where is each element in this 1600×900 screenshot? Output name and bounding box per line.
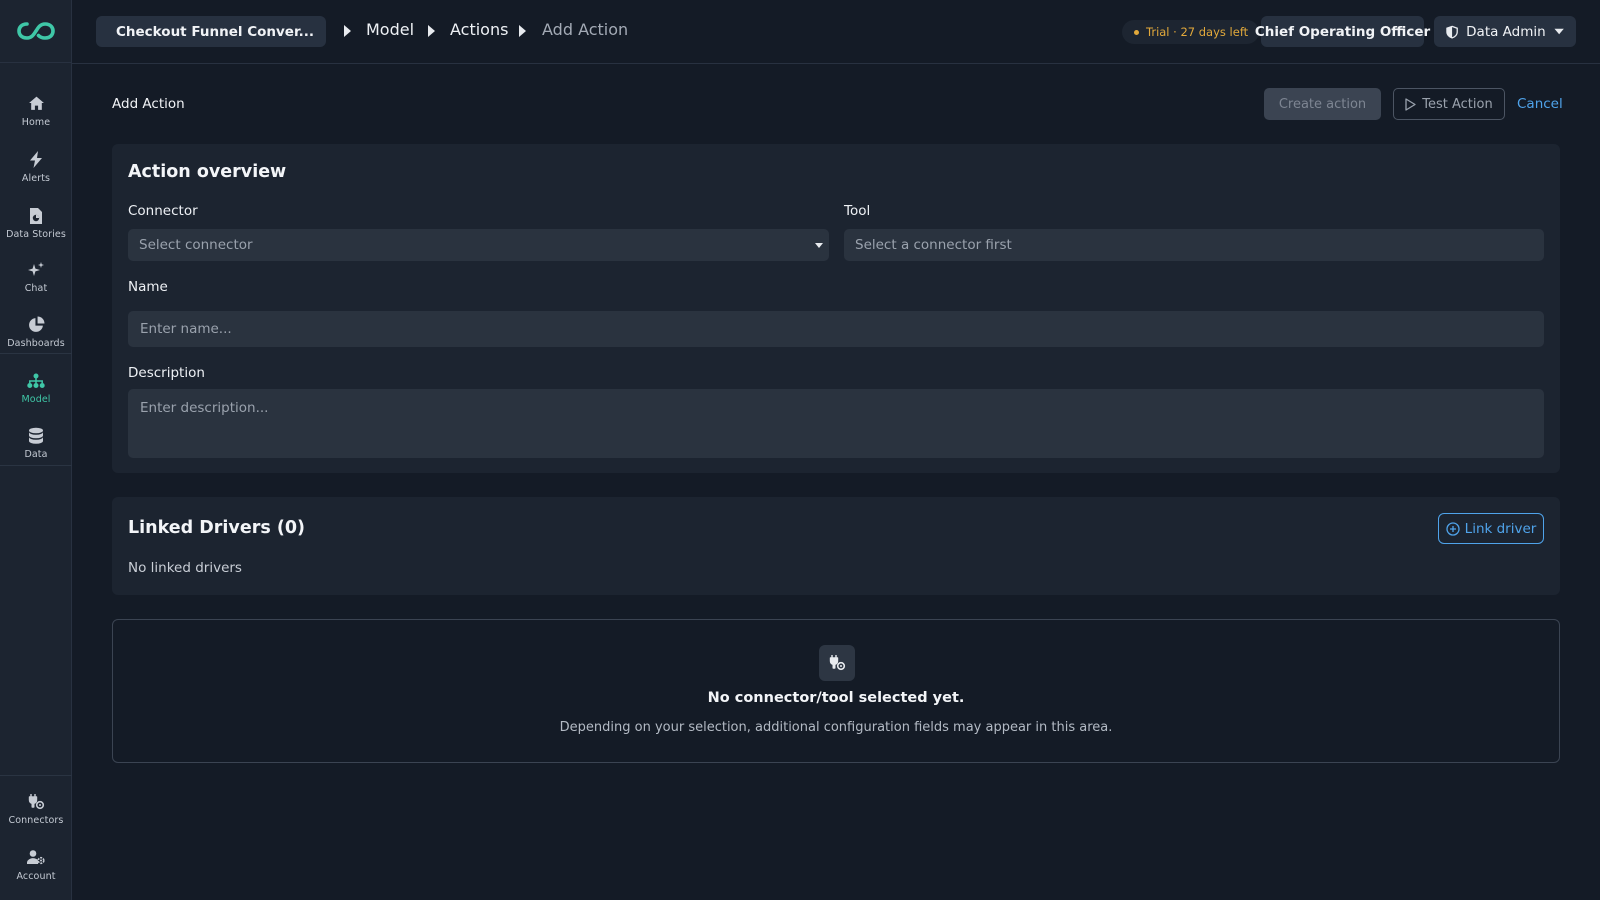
test-action-button[interactable]: Test Action: [1393, 88, 1505, 120]
sidebar-item-alerts[interactable]: Alerts: [0, 140, 72, 194]
app-logo[interactable]: [0, 0, 72, 63]
trial-badge: Trial · 27 days left: [1122, 20, 1260, 44]
empty-state-subtitle: Depending on your selection, additional …: [559, 720, 1113, 735]
project-name: Checkout Funnel Conver...: [116, 23, 315, 40]
status-dot-icon: [1134, 29, 1139, 35]
sidebar-divider: [0, 775, 72, 776]
sidebar-item-label: Model: [21, 393, 51, 405]
admin-label: Data Admin: [1466, 23, 1546, 40]
sidebar-item-data[interactable]: Data: [0, 416, 72, 470]
shield-icon: [1446, 25, 1458, 39]
bolt-icon: [27, 151, 45, 169]
sidebar-item-label: Alerts: [21, 172, 51, 184]
sidebar-item-home[interactable]: Home: [0, 84, 72, 138]
connector-select[interactable]: Select connector: [128, 229, 829, 261]
sidebar: Home Alerts Data Stories Chat Dashboards…: [0, 0, 72, 900]
sidebar-divider: [0, 353, 72, 354]
test-action-label: Test Action: [1422, 96, 1493, 112]
sidebar-item-account[interactable]: Account: [0, 838, 72, 892]
name-label: Name: [128, 279, 168, 295]
plug-icon: [819, 645, 855, 681]
linked-drivers-card: Linked Drivers (0) Link driver No linked…: [112, 497, 1560, 595]
top-header: Checkout Funnel Conver... Model Actions …: [72, 0, 1600, 64]
play-icon: [1405, 97, 1416, 111]
sidebar-item-label: Dashboards: [7, 337, 65, 349]
name-input[interactable]: Enter name...: [128, 311, 1544, 347]
sidebar-item-label: Account: [16, 870, 56, 882]
configuration-empty-state: No connector/tool selected yet. Dependin…: [112, 619, 1560, 763]
sidebar-item-label: Chat: [24, 282, 48, 294]
plug-icon: [27, 793, 45, 811]
sidebar-divider: [0, 465, 72, 466]
sparkle-icon: [27, 261, 45, 279]
project-selector[interactable]: Checkout Funnel Conver...: [96, 16, 326, 47]
section-title: Action overview: [128, 162, 287, 182]
description-textarea[interactable]: Enter description...: [128, 389, 1544, 458]
breadcrumb-caret-icon: [519, 25, 526, 37]
caret-down-icon: [1554, 28, 1564, 35]
tool-label: Tool: [844, 203, 871, 219]
trial-text: Trial · 27 days left: [1146, 25, 1249, 39]
breadcrumb-caret-icon: [428, 25, 435, 37]
section-title: Linked Drivers (0): [128, 518, 306, 538]
connector-label: Connector: [128, 203, 198, 219]
breadcrumb-model[interactable]: Model: [366, 20, 414, 39]
breadcrumb-caret-icon: [344, 25, 351, 37]
role-selector[interactable]: Chief Operating Officer: [1255, 16, 1430, 47]
sidebar-item-connectors[interactable]: Connectors: [0, 782, 72, 836]
admin-menu-button[interactable]: Data Admin: [1434, 16, 1576, 47]
sidebar-item-chat[interactable]: Chat: [0, 250, 72, 304]
link-driver-label: Link driver: [1464, 520, 1537, 537]
sidebar-item-label: Data Stories: [6, 228, 66, 240]
plus-circle-icon: [1446, 521, 1460, 536]
infinity-logo-icon: [17, 22, 55, 40]
user-gear-icon: [27, 849, 45, 867]
home-icon: [27, 95, 45, 113]
cancel-button[interactable]: Cancel: [1517, 96, 1563, 112]
database-icon: [27, 427, 45, 445]
caret-down-icon: [815, 243, 823, 248]
breadcrumb-actions[interactable]: Actions: [450, 20, 508, 39]
link-driver-button[interactable]: Link driver: [1438, 513, 1544, 544]
description-label: Description: [128, 365, 205, 381]
sidebar-item-label: Connectors: [8, 814, 64, 826]
sidebar-item-label: Home: [21, 116, 51, 128]
breadcrumb-add-action: Add Action: [542, 20, 629, 39]
sidebar-item-model[interactable]: Model: [0, 361, 72, 415]
sidebar-item-label: Data: [24, 448, 48, 460]
data-stories-icon: [27, 207, 45, 225]
name-placeholder: Enter name...: [140, 321, 232, 337]
description-placeholder: Enter description...: [140, 400, 269, 416]
hierarchy-icon: [27, 372, 45, 390]
sidebar-item-data-stories[interactable]: Data Stories: [0, 196, 72, 250]
sidebar-item-dashboards[interactable]: Dashboards: [0, 305, 72, 359]
empty-drivers-text: No linked drivers: [128, 560, 242, 576]
empty-state-title: No connector/tool selected yet.: [707, 690, 965, 706]
action-overview-card: Action overview Connector Select connect…: [112, 144, 1560, 473]
create-action-button[interactable]: Create action: [1264, 88, 1381, 120]
pie-chart-icon: [27, 316, 45, 334]
connector-placeholder: Select connector: [139, 237, 253, 253]
tool-placeholder: Select a connector first: [855, 237, 1012, 253]
page-title: Add Action: [112, 96, 185, 112]
tool-select[interactable]: Select a connector first: [844, 229, 1544, 261]
